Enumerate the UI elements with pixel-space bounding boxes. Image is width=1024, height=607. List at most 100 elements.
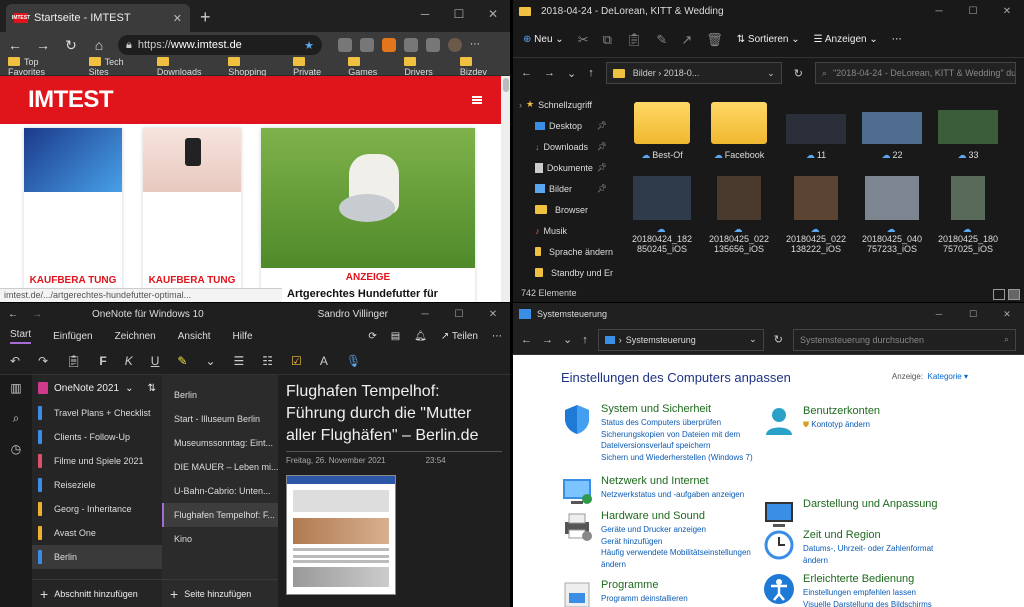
search-input[interactable]: ⌕ "2018-04-24 - DeLorean, KITT & Wedding…	[814, 62, 1016, 84]
back-icon[interactable]: ←	[6, 37, 24, 53]
sidebar-item-browser[interactable]: Browser	[513, 199, 613, 220]
category-link[interactable]: Programm deinstallieren	[601, 593, 688, 605]
bookmark-folder[interactable]: Bizdev	[459, 56, 502, 77]
maximize-icon[interactable]: ☐	[956, 309, 990, 320]
recent-icon[interactable]: ⌄	[563, 333, 572, 346]
section-item[interactable]: Berlin	[32, 545, 162, 569]
more-icon[interactable]: ⋯	[492, 331, 502, 342]
category-link[interactable]: Sicherungskopien von Dateien mit dem	[601, 429, 753, 441]
close-tab-icon[interactable]: ✕	[173, 12, 182, 25]
redo-icon[interactable]: ↷	[38, 354, 48, 368]
page-item[interactable]: Start - Illuseum Berlin	[162, 407, 278, 431]
bold-icon[interactable]: F	[99, 354, 106, 368]
back-icon[interactable]: ←	[8, 309, 18, 320]
category-title[interactable]: Zeit und Region	[803, 529, 881, 541]
category-link[interactable]: ändern	[803, 555, 933, 567]
sidebar-item-downloads[interactable]: ↓ Downloads 📌︎	[513, 136, 613, 157]
page-item[interactable]: Kino	[162, 527, 278, 551]
forward-icon[interactable]: →	[32, 309, 42, 320]
photo-item[interactable]: ☁20180425_022 135656_iOS	[704, 176, 774, 254]
bullet-list-icon[interactable]: ☰	[234, 354, 245, 368]
recent-icon[interactable]: ⌄	[567, 67, 576, 80]
tab-help[interactable]: Hilfe	[233, 331, 253, 342]
category-link[interactable]: Status des Computers überprüfen	[601, 417, 753, 429]
category-title[interactable]: Hardware und Sound	[601, 510, 705, 522]
maximize-icon[interactable]: ☐	[442, 309, 476, 320]
recent-icon[interactable]: ◷	[11, 442, 21, 456]
category-link[interactable]: Einstellungen empfehlen lassen	[803, 587, 932, 599]
bookmark-folder[interactable]: Drivers	[404, 56, 448, 77]
category-title[interactable]: Benutzerkonten	[803, 405, 880, 417]
quick-access[interactable]: › ★ Schnellzugriff	[513, 94, 613, 115]
back-icon[interactable]: ←	[521, 67, 532, 79]
sidebar-item-pictures[interactable]: Bilder 📌︎	[513, 178, 613, 199]
bookmark-folder[interactable]: Private	[293, 56, 336, 77]
category-title[interactable]: System und Sicherheit	[601, 403, 711, 415]
up-icon[interactable]: ↑	[582, 334, 588, 346]
section-item[interactable]: Travel Plans + Checklist	[32, 401, 162, 425]
category-link[interactable]: Gerät hinzufügen	[601, 536, 751, 548]
sort-icon[interactable]: ⇅	[148, 383, 156, 394]
category-title[interactable]: Darstellung und Anpassung	[803, 498, 938, 510]
page-item[interactable]: U-Bahn-Cabrio: Unten...	[162, 479, 278, 503]
sidebar-item-music[interactable]: ♪ Musik	[513, 220, 613, 241]
minimize-icon[interactable]: ─	[922, 6, 956, 17]
up-icon[interactable]: ↑	[588, 67, 594, 79]
sort-button[interactable]: ⇅ Sortieren ⌄	[737, 34, 800, 45]
italic-icon[interactable]: K	[125, 354, 133, 368]
spelling-icon[interactable]: A	[320, 354, 328, 368]
section-item[interactable]: Clients - Follow-Up	[32, 425, 162, 449]
view-button[interactable]: ☰ Anzeigen ⌄	[814, 34, 878, 45]
bookmark-folder[interactable]: Tech Sites	[88, 56, 145, 77]
collections-icon[interactable]	[426, 38, 440, 52]
photo-item[interactable]: ☁ 22	[857, 102, 927, 161]
refresh-icon[interactable]: ↻	[774, 333, 783, 346]
close-icon[interactable]: ✕	[990, 309, 1024, 320]
sidebar-item-documents[interactable]: Dokumente 📌︎	[513, 157, 613, 178]
site-logo[interactable]: IMTEST	[28, 86, 114, 114]
category-link[interactable]: Visuelle Darstellung des Bildschirms	[803, 599, 932, 607]
article-card[interactable]: KAUFBERA TUNG	[143, 128, 241, 298]
extension-icon[interactable]	[338, 38, 352, 52]
address-bar[interactable]: 🔒︎ https://www.imtest.de ★	[118, 35, 322, 55]
address-bar[interactable]: › Systemsteuerung ⌄	[597, 328, 764, 351]
notebooks-icon[interactable]: ▥	[10, 381, 21, 395]
favorite-star-icon[interactable]: ★	[304, 39, 314, 52]
minimize-icon[interactable]: ─	[408, 309, 442, 320]
back-icon[interactable]: ←	[521, 334, 532, 346]
refresh-icon[interactable]: ↻	[62, 37, 80, 54]
new-button[interactable]: ⊕ Neu ⌄	[523, 34, 564, 45]
category-link[interactable]: Netzwerkstatus und -aufgaben anzeigen	[601, 489, 744, 501]
page-item[interactable]: Flughafen Tempelhof: F...	[162, 503, 278, 527]
forward-icon[interactable]: →	[34, 37, 52, 53]
share-icon[interactable]: ↗	[681, 32, 692, 48]
photo-item[interactable]: ☁ 11	[781, 102, 851, 161]
scrollbar[interactable]	[501, 76, 510, 302]
section-item[interactable]: Avast One	[32, 521, 162, 545]
category-link[interactable]: Dateiversionsverlauf speichern	[601, 440, 753, 452]
add-section-button[interactable]: + Abschnitt hinzufügen	[32, 579, 162, 607]
photo-item[interactable]: ☁ 33	[933, 102, 1003, 161]
close-icon[interactable]: ✕	[990, 6, 1024, 17]
profile-avatar[interactable]	[448, 38, 462, 52]
tag-icon[interactable]: ☑	[291, 354, 302, 368]
page-title[interactable]: Flughafen Tempelhof: Führung durch die "…	[286, 381, 502, 452]
metamask-icon[interactable]	[382, 38, 396, 52]
user-name[interactable]: Sandro Villinger	[318, 309, 388, 320]
forward-icon[interactable]: →	[542, 334, 553, 346]
category-link[interactable]: ⛊ Kontotyp ändern	[803, 419, 870, 431]
category-link[interactable]: Geräte und Drucker anzeigen	[601, 524, 751, 536]
more-icon[interactable]: ⋯	[892, 34, 902, 45]
bookmark-folder[interactable]: Shopping	[228, 56, 281, 77]
minimize-icon[interactable]: ─	[408, 0, 442, 28]
puzzle-icon[interactable]	[404, 38, 418, 52]
category-link[interactable]: Datums-, Uhrzeit- oder Zahlenformat	[803, 543, 933, 555]
category-link[interactable]: Sichern und Wiederherstellen (Windows 7)	[601, 452, 753, 464]
address-bar[interactable]: Bilder › 2018-0... ⌄	[605, 62, 782, 84]
page-item[interactable]: Museumssonntag: Eint...	[162, 431, 278, 455]
folder-item[interactable]: ☁ Best-Of	[627, 102, 697, 161]
section-item[interactable]: Reiseziele	[32, 473, 162, 497]
delete-icon[interactable]: 🗑︎	[706, 32, 723, 48]
article-card[interactable]: KAUFBERA TUNG	[24, 128, 122, 298]
search-icon[interactable]: ⌕	[13, 411, 20, 426]
